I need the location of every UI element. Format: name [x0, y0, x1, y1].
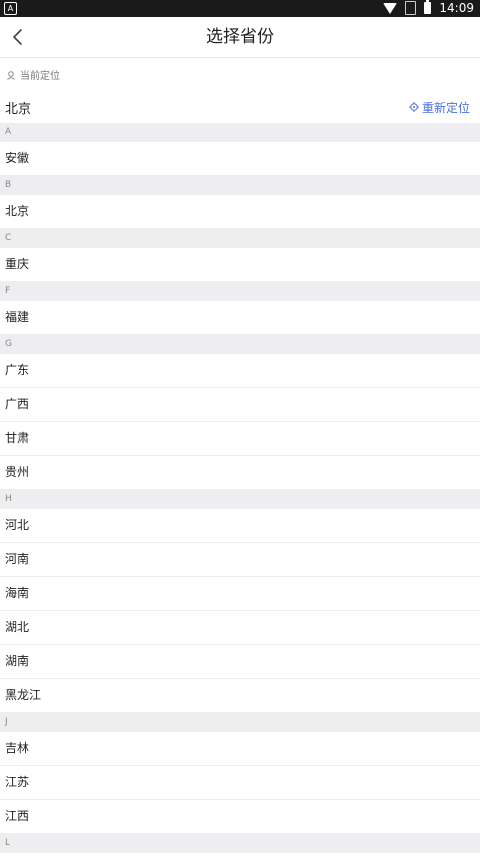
province-item[interactable]: 北京	[0, 195, 480, 229]
app-notification-icon: A	[4, 2, 17, 15]
chevron-left-icon	[13, 29, 22, 45]
province-item[interactable]: 湖南	[0, 645, 480, 679]
province-item[interactable]: 海南	[0, 577, 480, 611]
province-item[interactable]: 河南	[0, 543, 480, 577]
province-item[interactable]: 福建	[0, 301, 480, 335]
section-header-b: B	[0, 176, 480, 195]
province-item[interactable]: 贵州	[0, 456, 480, 490]
current-city[interactable]: 北京	[5, 98, 31, 117]
section-header-l: L	[0, 834, 480, 853]
province-item[interactable]: 安徽	[0, 142, 480, 176]
section-header-a: A	[0, 123, 480, 142]
section-header-c: C	[0, 229, 480, 248]
page-title: 选择省份	[206, 27, 274, 47]
province-item[interactable]: 河北	[0, 509, 480, 543]
current-location-label: 当前定位	[0, 58, 480, 91]
province-item[interactable]: 湖北	[0, 611, 480, 645]
crosshair-icon	[408, 102, 419, 112]
relocate-label: 重新定位	[421, 100, 470, 115]
section-header-h: H	[0, 490, 480, 509]
province-item[interactable]: 广西	[0, 388, 480, 422]
province-list: A 安徽 B 北京 C 重庆 F 福建 G 广东 广西 甘肃 贵州 H 河北 河南 海南 湖北 湖南 黑龙江 J 吉林 江苏…	[0, 123, 480, 853]
province-item[interactable]: 黑龙江	[0, 679, 480, 713]
province-item[interactable]: 重庆	[0, 248, 480, 282]
status-time: 14:09	[439, 1, 474, 15]
section-header-g: G	[0, 335, 480, 354]
province-item[interactable]: 江西	[0, 800, 480, 834]
wifi-icon	[383, 2, 398, 14]
sim-icon	[405, 1, 417, 15]
current-location-row: 北京 重新定位	[0, 91, 480, 123]
back-button[interactable]	[4, 23, 32, 51]
section-header-f: F	[0, 282, 480, 301]
title-bar: 选择省份	[0, 17, 480, 58]
section-header-j: J	[0, 713, 480, 732]
province-item[interactable]: 江苏	[0, 766, 480, 800]
status-bar: A 14:09	[0, 0, 480, 17]
relocate-button[interactable]: 重新定位	[408, 99, 470, 116]
user-pin-icon	[7, 70, 15, 80]
province-item[interactable]: 广东	[0, 354, 480, 388]
province-item[interactable]: 吉林	[0, 732, 480, 766]
province-item[interactable]: 甘肃	[0, 422, 480, 456]
battery-icon	[424, 0, 432, 14]
current-location-text: 当前定位	[20, 71, 60, 82]
